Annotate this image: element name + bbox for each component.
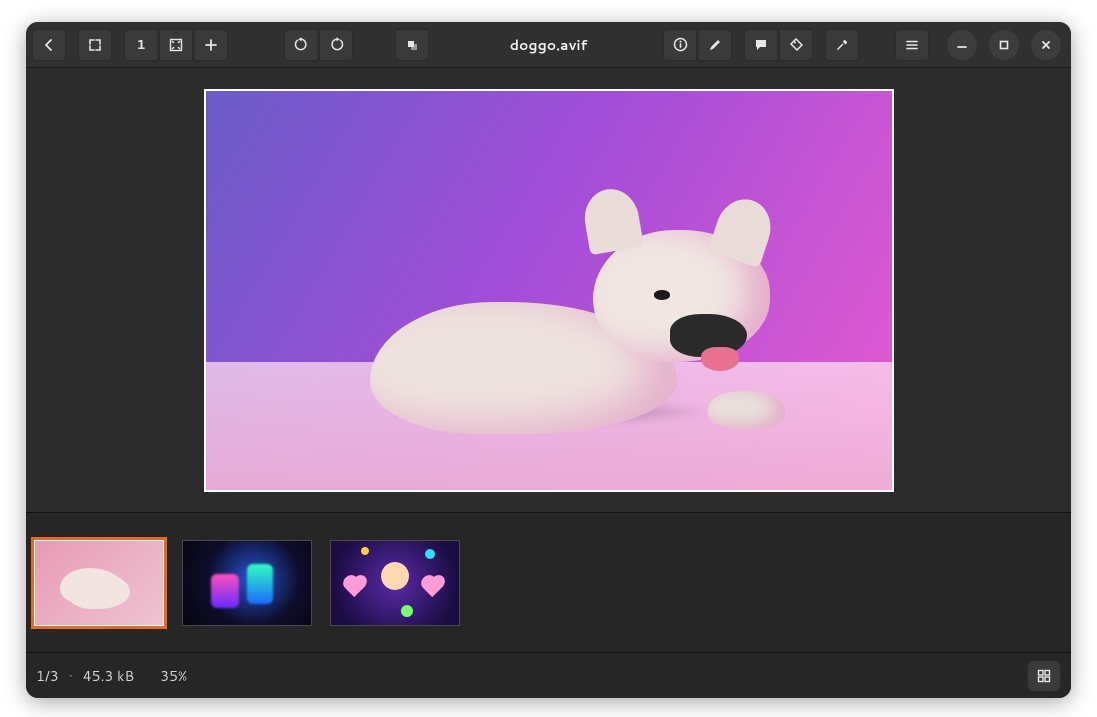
minimize-button[interactable] (947, 30, 977, 60)
chevron-left-icon (42, 38, 56, 52)
zoom-fit-button[interactable] (159, 29, 193, 61)
info-icon (673, 37, 688, 52)
crop-icon (405, 38, 419, 52)
grid-view-button[interactable] (1027, 660, 1061, 692)
maximize-icon (998, 39, 1010, 51)
close-button[interactable] (1031, 30, 1061, 60)
minimize-icon (956, 39, 968, 51)
rotate-cw-button[interactable] (319, 29, 353, 61)
tools-button[interactable] (825, 29, 859, 61)
hamburger-icon (905, 38, 919, 52)
grid-icon (1037, 669, 1051, 683)
zoom-actual-label: 1 (136, 36, 145, 54)
rotate-ccw-button[interactable] (284, 29, 318, 61)
edit-button[interactable] (698, 29, 732, 61)
main-image (204, 89, 894, 492)
zoom-actual-button[interactable]: 1 (124, 29, 158, 61)
zoom-in-button[interactable] (194, 29, 228, 61)
rotate-ccw-icon (294, 37, 309, 52)
separator: · (69, 666, 73, 686)
fit-window-icon (169, 38, 183, 52)
wrench-icon (835, 38, 849, 52)
close-icon (1040, 39, 1052, 51)
fullscreen-button[interactable] (78, 29, 112, 61)
pencil-icon (708, 38, 722, 52)
thumbnail-3[interactable] (330, 540, 460, 626)
window-controls (947, 30, 1061, 60)
menu-button[interactable] (895, 29, 929, 61)
rotate-cw-icon (329, 37, 344, 52)
tag-button[interactable] (779, 29, 813, 61)
fullscreen-icon (88, 38, 102, 52)
tag-icon (789, 38, 803, 52)
thumbnail-2[interactable] (182, 540, 312, 626)
statusbar: 1/3 · 45.3 kB 35% (26, 652, 1071, 698)
comment-icon (754, 38, 768, 52)
image-viewport[interactable] (26, 68, 1071, 512)
plus-icon (204, 38, 218, 52)
thumbnail-1[interactable] (34, 540, 164, 626)
info-button[interactable] (663, 29, 697, 61)
crop-button[interactable] (395, 29, 429, 61)
image-viewer-window: 1 doggo.avif (26, 22, 1071, 698)
status-zoom: 35% (160, 666, 187, 686)
headerbar: 1 doggo.avif (26, 22, 1071, 68)
maximize-button[interactable] (989, 30, 1019, 60)
back-button[interactable] (32, 29, 66, 61)
status-position: 1/3 (36, 666, 59, 686)
thumbnail-strip (26, 512, 1071, 652)
status-filesize: 45.3 kB (83, 666, 134, 686)
comment-button[interactable] (744, 29, 778, 61)
